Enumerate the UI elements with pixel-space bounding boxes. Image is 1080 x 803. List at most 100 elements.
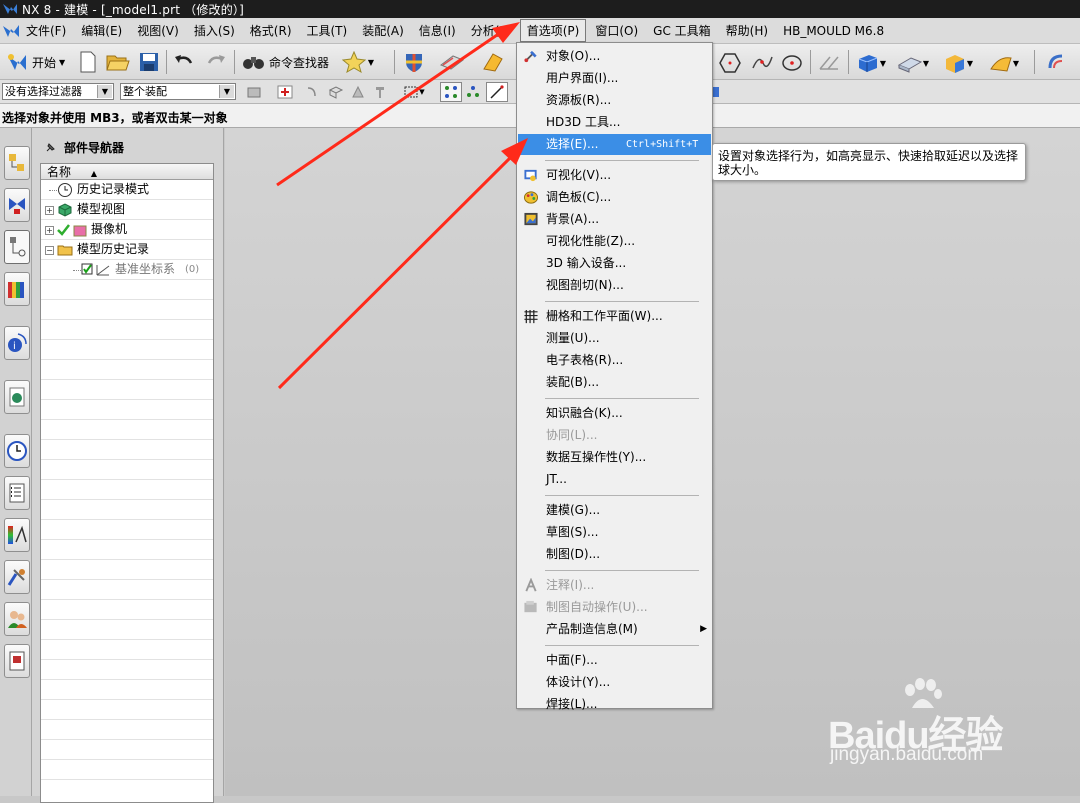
surface-tool-button[interactable]: ▼ xyxy=(984,51,1024,75)
line-tool-button[interactable] xyxy=(816,52,842,74)
snap-point-button[interactable] xyxy=(440,82,462,102)
preferences-menu-item[interactable]: 可视化(V)... xyxy=(518,165,711,186)
window-menu-icon[interactable] xyxy=(2,23,20,39)
preferences-menu-item[interactable]: JT... xyxy=(518,469,711,490)
preferences-menu-item[interactable]: HD3D 工具... xyxy=(518,112,711,133)
preferences-menu-item[interactable]: 调色板(C)... xyxy=(518,187,711,208)
preferences-menu-item[interactable]: 中面(F)... xyxy=(518,650,711,671)
constraint-navigator-tab[interactable] xyxy=(4,188,30,222)
rectangle-select-button[interactable]: ▼ xyxy=(399,83,429,101)
selection-tool-c-button[interactable] xyxy=(349,83,367,101)
selection-tool-d-button[interactable] xyxy=(371,83,389,101)
command-finder-button[interactable]: 命令查找器 xyxy=(242,50,329,74)
select-type-button[interactable] xyxy=(272,83,298,101)
preferences-menu-item[interactable]: 电子表格(R)... xyxy=(518,350,711,371)
preferences-menu-item[interactable]: 视图剖切(N)... xyxy=(518,275,711,296)
selection-filter-dropdown[interactable]: 没有选择过滤器 ▼ xyxy=(2,83,114,100)
expand-icon[interactable]: + xyxy=(45,226,54,235)
open-button[interactable] xyxy=(106,50,130,74)
preferences-menu-item[interactable]: 3D 输入设备... xyxy=(518,253,711,274)
part-navigator-tree[interactable]: 名称 ▲ 历史记录模式 + 模型视图 + 摄像机 − 模型历史记录 基准坐标系 (0) xyxy=(40,163,214,803)
spline-tool-button[interactable] xyxy=(750,52,774,74)
system-materials-tab[interactable] xyxy=(4,476,30,510)
tree-row[interactable]: + 摄像机 xyxy=(41,220,213,240)
process-studio-tab[interactable] xyxy=(4,560,30,594)
shield-tool-button[interactable] xyxy=(402,50,426,74)
hexagon-tool-button[interactable] xyxy=(718,52,742,74)
preferences-menu: 对象(O)... 用户界面(I)... 资源板(R)... HD3D 工具... 选择(… xyxy=(516,42,713,711)
assembly-navigator-tab[interactable] xyxy=(4,146,30,180)
save-button[interactable] xyxy=(138,50,160,74)
preferences-menu-item[interactable]: 装配(B)... xyxy=(518,372,711,393)
reuse-library-tab[interactable] xyxy=(4,272,30,306)
preferences-menu-item[interactable]: 背景(A)... xyxy=(518,209,711,230)
menu-item[interactable]: 装配(A) xyxy=(356,20,410,41)
preferences-menu-item[interactable]: 焊接(L)... xyxy=(518,694,711,715)
menu-item[interactable]: 信息(I) xyxy=(413,20,462,41)
endpoint-snap-button[interactable] xyxy=(486,82,508,102)
preferences-menu-item[interactable]: 知识融合(K)... xyxy=(518,403,711,424)
sheet-tool-button[interactable] xyxy=(438,50,466,74)
preferences-menu-item[interactable]: 制图(D)... xyxy=(518,544,711,565)
system-scenes-tab[interactable] xyxy=(4,644,30,678)
roles-tab[interactable] xyxy=(4,602,30,636)
preferences-menu-item[interactable]: 产品制造信息(M) ▶ xyxy=(518,619,711,640)
snap-grid-button[interactable] xyxy=(464,83,482,101)
tree-row-empty xyxy=(41,380,213,400)
menu-item-label: 装配(B)... xyxy=(546,375,600,389)
preferences-menu-item[interactable]: 对象(O)... xyxy=(518,46,711,67)
preferences-menu-item[interactable]: 选择(E)... Ctrl+Shift+T xyxy=(518,134,711,155)
preferences-menu-item[interactable]: 用户界面(I)... xyxy=(518,68,711,89)
cube-color-tool-button[interactable]: ▼ xyxy=(938,51,978,75)
menu-item[interactable]: 工具(T) xyxy=(301,20,354,41)
sweep-tool-button[interactable] xyxy=(1044,51,1072,75)
tree-row[interactable]: − 模型历史记录 xyxy=(41,240,213,260)
menu-item-label: 制图自动操作(U)... xyxy=(546,600,648,614)
filter-options-button[interactable] xyxy=(244,83,264,101)
preferences-menu-item[interactable]: 数据互操作性(Y)... xyxy=(518,447,711,468)
preferences-menu-item[interactable]: 资源板(R)... xyxy=(518,90,711,111)
favorites-button[interactable]: ▼ xyxy=(337,50,379,74)
new-file-button[interactable] xyxy=(77,50,99,74)
start-button[interactable]: 开始 ▼ xyxy=(6,50,65,74)
selection-scope-dropdown[interactable]: 整个装配 ▼ xyxy=(120,83,236,100)
preferences-menu-item[interactable]: 栅格和工作平面(W)... xyxy=(518,306,711,327)
menu-item[interactable]: 窗口(O) xyxy=(589,20,644,41)
menu-preferences[interactable]: 首选项(P) xyxy=(519,19,587,42)
name-column-header[interactable]: 名称 ▲ xyxy=(41,164,213,180)
tree-row[interactable]: + 模型视图 xyxy=(41,200,213,220)
hd3d-tools-tab[interactable]: i xyxy=(4,326,30,360)
menu-item[interactable]: 编辑(E) xyxy=(75,20,128,41)
preferences-menu-item[interactable]: 可视化性能(Z)... xyxy=(518,231,711,252)
block-tool-button[interactable]: ▼ xyxy=(852,51,890,75)
ellipse-tool-button[interactable] xyxy=(780,52,804,74)
redo-button[interactable] xyxy=(204,50,228,74)
preferences-menu-item[interactable]: 测量(U)... xyxy=(518,328,711,349)
preferences-menu-item[interactable]: 草图(S)... xyxy=(518,522,711,543)
menu-item[interactable]: 视图(V) xyxy=(131,20,185,41)
undo-button[interactable] xyxy=(172,50,196,74)
preferences-menu-item[interactable]: 体设计(Y)... xyxy=(518,672,711,693)
menu-item-label: 中面(F)... xyxy=(546,653,598,667)
menu-item[interactable]: 文件(F) xyxy=(20,20,72,41)
selection-tool-b-button[interactable] xyxy=(327,83,345,101)
preferences-menu-item[interactable]: 建模(G)... xyxy=(518,500,711,521)
menu-item[interactable]: 分析(L) xyxy=(465,20,517,41)
menu-item[interactable]: 插入(S) xyxy=(188,20,241,41)
menu-item[interactable]: 格式(R) xyxy=(244,20,298,41)
part-navigator-tab[interactable] xyxy=(4,230,30,264)
tree-row[interactable]: 基准坐标系 (0) xyxy=(41,260,213,280)
shade-tool-button[interactable] xyxy=(476,50,510,74)
palette-tab[interactable] xyxy=(4,518,30,552)
tree-row[interactable]: 历史记录模式 xyxy=(41,180,213,200)
selection-tool-a-button[interactable] xyxy=(303,83,321,101)
history-tab[interactable] xyxy=(4,434,30,468)
pin-icon[interactable] xyxy=(44,142,56,154)
menu-item[interactable]: GC 工具箱 xyxy=(647,20,717,41)
menu-item[interactable]: HB_MOULD M6.8 xyxy=(777,22,890,40)
plate-tool-button[interactable]: ▼ xyxy=(894,51,932,75)
collapse-icon[interactable]: − xyxy=(45,246,54,255)
web-browser-tab[interactable] xyxy=(4,380,30,414)
expand-icon[interactable]: + xyxy=(45,206,54,215)
menu-item[interactable]: 帮助(H) xyxy=(720,20,774,41)
